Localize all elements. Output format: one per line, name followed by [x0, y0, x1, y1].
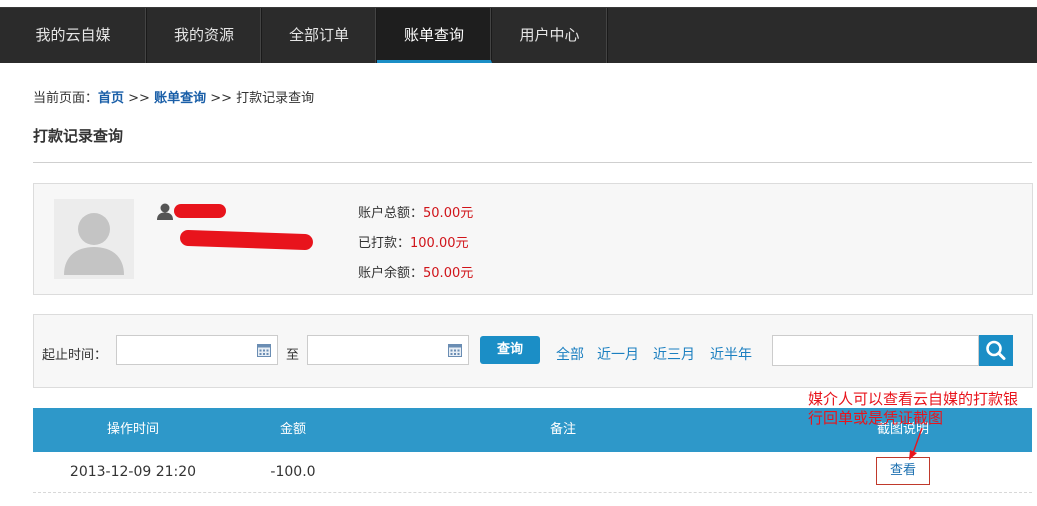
account-panel: 账户总额：50.00元 已打款：100.00元 账户余额：50.00元	[33, 183, 1033, 295]
breadcrumb-billing-link[interactable]: 账单查询	[154, 91, 206, 106]
end-date-input[interactable]	[307, 335, 469, 365]
range-all-link[interactable]: 全部	[556, 344, 584, 364]
start-date-input[interactable]	[116, 335, 278, 365]
stat-label: 账户总额：	[358, 206, 424, 221]
tab-my-resources[interactable]: 我的资源	[147, 8, 262, 63]
range-1-month-link[interactable]: 近一月	[597, 344, 639, 364]
tab-all-orders[interactable]: 全部订单	[262, 8, 377, 63]
date-range-label: 起止时间：	[42, 348, 108, 363]
redaction-mark	[179, 229, 314, 251]
column-header-amount: 金额	[279, 422, 306, 437]
calendar-icon[interactable]	[448, 343, 462, 357]
filter-panel: 起止时间： 至 查询 全部 近一月 近三月 近半年	[33, 314, 1033, 388]
redaction-mark	[174, 204, 226, 218]
tab-label: 我的资源	[173, 26, 234, 44]
account-paid: 已打款：100.00元	[358, 232, 469, 251]
range-3-months-link[interactable]: 近三月	[653, 344, 695, 364]
table-row: 2013-12-09 21:20 -100.0 查看	[33, 452, 1032, 493]
top-nav: 我的云自媒 我的资源 全部订单 账单查询 用户中心	[0, 7, 1037, 63]
tab-label: 用户中心	[519, 26, 580, 44]
cell-time: 2013-12-09 21:20	[69, 464, 197, 480]
breadcrumb-separator: >>	[206, 91, 237, 106]
annotation-arrow-icon	[909, 427, 923, 460]
tab-my-media[interactable]: 我的云自媒	[0, 8, 147, 63]
cell-amount: -100.0	[270, 464, 316, 480]
breadcrumb-home-link[interactable]: 首页	[98, 91, 124, 106]
stat-value: 100.00元	[410, 236, 469, 251]
page-title: 打款记录查询	[33, 127, 124, 145]
avatar-placeholder-icon	[64, 213, 124, 275]
column-header-note: 备注	[549, 422, 576, 437]
to-label: 至	[286, 348, 300, 363]
stat-value: 50.00元	[423, 266, 474, 281]
column-header-time: 操作时间	[106, 422, 159, 437]
tab-label: 我的云自媒	[35, 26, 111, 44]
breadcrumb-current: 打款记录查询	[236, 91, 315, 106]
divider	[33, 162, 1032, 163]
search-icon	[986, 340, 1006, 360]
range-6-months-link[interactable]: 近半年	[710, 344, 752, 364]
avatar	[54, 199, 134, 279]
account-balance: 账户余额：50.00元	[358, 262, 473, 281]
search-input[interactable]	[772, 335, 979, 366]
breadcrumb-separator: >>	[124, 91, 155, 106]
breadcrumb: 当前页面：首页 >> 账单查询 >> 打款记录查询	[33, 87, 314, 106]
breadcrumb-prefix: 当前页面：	[33, 91, 99, 106]
tab-label: 账单查询	[403, 26, 464, 44]
query-button[interactable]: 查询	[480, 336, 540, 364]
account-total: 账户总额：50.00元	[358, 202, 473, 221]
stat-label: 已打款：	[358, 236, 411, 251]
tab-label: 全部订单	[288, 26, 349, 44]
stat-label: 账户余额：	[358, 266, 424, 281]
stat-value: 50.00元	[423, 206, 474, 221]
search-button[interactable]	[979, 335, 1013, 366]
calendar-icon[interactable]	[257, 343, 271, 357]
user-icon	[157, 203, 173, 220]
tab-billing[interactable]: 账单查询	[377, 8, 492, 63]
tab-user-center[interactable]: 用户中心	[492, 8, 608, 63]
annotation-text: 媒介人可以查看云自媒的打款银行回单或是凭证截图	[808, 390, 1019, 427]
